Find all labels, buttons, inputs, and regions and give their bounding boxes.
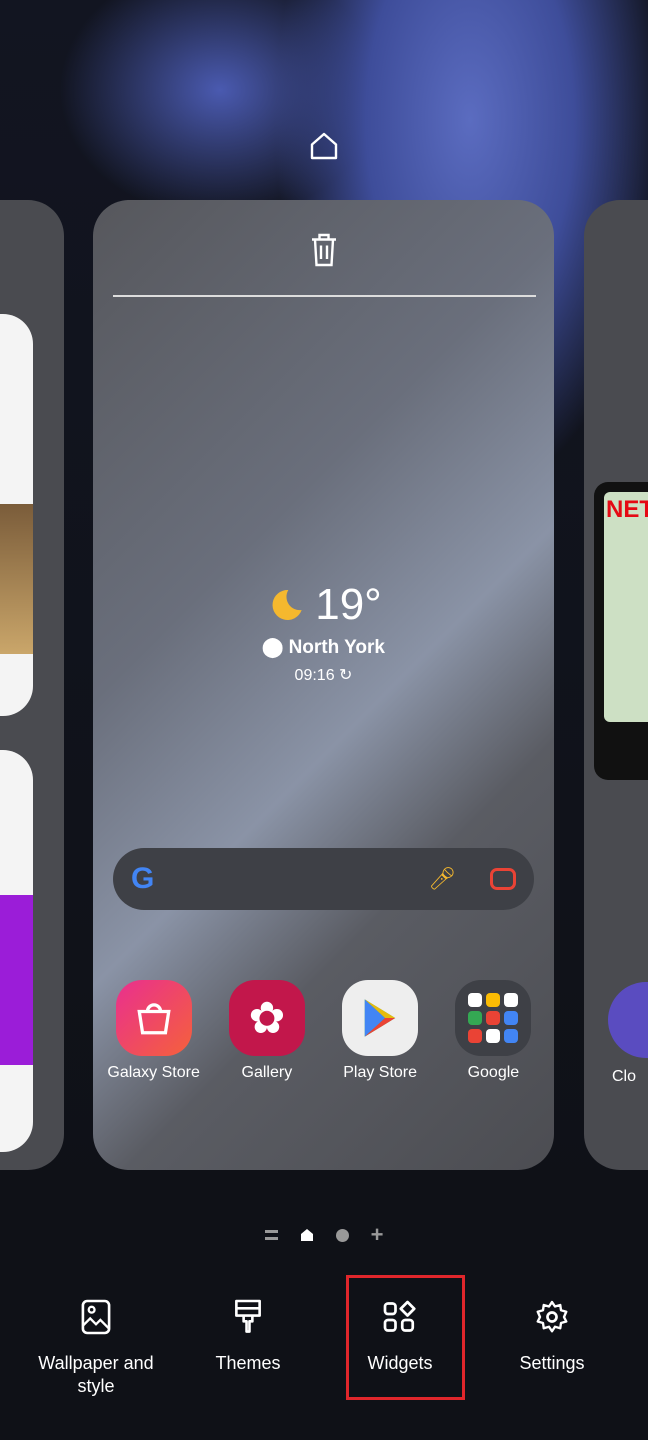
label: Themes bbox=[215, 1353, 281, 1373]
update-time: 09:16 bbox=[294, 667, 335, 684]
widget-card bbox=[0, 314, 33, 716]
temperature: 19° bbox=[315, 580, 382, 629]
home-icon[interactable] bbox=[306, 128, 342, 164]
mic-icon[interactable]: 🎤︎ bbox=[428, 866, 456, 892]
wallpaper-icon bbox=[81, 1299, 111, 1335]
lens-icon[interactable] bbox=[490, 868, 516, 890]
app-galaxy-store[interactable]: Galaxy Store bbox=[99, 980, 209, 1082]
google-search-bar[interactable]: G 🎤︎ bbox=[113, 848, 534, 910]
widget-card bbox=[0, 750, 33, 1152]
label: Settings bbox=[519, 1353, 585, 1373]
google-logo-icon: G bbox=[131, 862, 155, 895]
clock-icon bbox=[608, 982, 648, 1058]
netflix-widget: NET bbox=[594, 482, 648, 780]
home-page-main[interactable]: 19° ⬤ North York 09:16 ↻ G 🎤︎ Galaxy Sto… bbox=[93, 200, 554, 1170]
app-play-store[interactable]: Play Store bbox=[325, 980, 435, 1082]
app-label: Play Store bbox=[343, 1064, 418, 1081]
weather-widget[interactable]: 19° ⬤ North York 09:16 ↻ bbox=[93, 580, 554, 685]
settings-button[interactable]: Settings bbox=[476, 1290, 628, 1398]
page-dot[interactable] bbox=[335, 1228, 349, 1242]
moon-icon bbox=[272, 589, 302, 620]
refresh-icon[interactable]: ↻ bbox=[339, 667, 352, 684]
wallpaper-and-style-button[interactable]: Wallpaper and style bbox=[20, 1290, 172, 1398]
paintbrush-icon bbox=[235, 1299, 261, 1333]
app-label: Gallery bbox=[241, 1064, 293, 1081]
menu-lines-icon[interactable] bbox=[264, 1230, 278, 1240]
home-page-right[interactable]: NET Clo bbox=[584, 200, 648, 1170]
home-dot-icon[interactable] bbox=[300, 1228, 314, 1242]
label: Wallpaper and style bbox=[38, 1353, 154, 1396]
page-indicator: + bbox=[0, 1222, 648, 1248]
trash-icon[interactable] bbox=[306, 230, 342, 270]
play-store-icon bbox=[342, 980, 419, 1056]
app-label: Galaxy Store bbox=[107, 1064, 200, 1081]
app-folder-google[interactable]: Google bbox=[438, 980, 548, 1082]
google-folder-icon bbox=[455, 980, 532, 1056]
app-gallery[interactable]: ✿ Gallery bbox=[212, 980, 322, 1082]
add-page-icon[interactable]: + bbox=[371, 1222, 384, 1248]
app-label: Clo bbox=[612, 1068, 637, 1085]
home-page-left[interactable] bbox=[0, 200, 64, 1170]
location: North York bbox=[288, 637, 385, 658]
themes-button[interactable]: Themes bbox=[172, 1290, 324, 1398]
netflix-text: NET bbox=[604, 492, 648, 722]
gallery-icon: ✿ bbox=[228, 980, 305, 1056]
gear-icon bbox=[536, 1300, 568, 1333]
galaxy-store-icon bbox=[115, 980, 192, 1056]
bottom-bar: Wallpaper and style Themes Widgets Setti… bbox=[0, 1290, 648, 1398]
divider bbox=[113, 295, 536, 297]
app-label: Google bbox=[467, 1064, 520, 1081]
highlight-box bbox=[346, 1275, 465, 1400]
location-pin-icon: ⬤ bbox=[262, 637, 289, 658]
